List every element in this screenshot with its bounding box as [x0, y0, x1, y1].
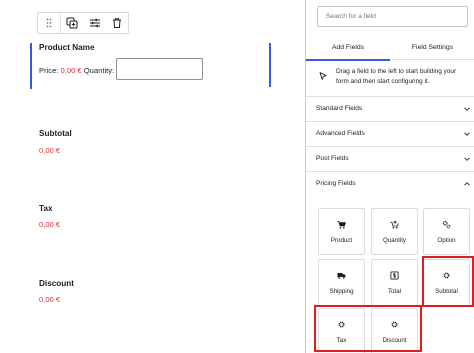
cart-icon: [337, 220, 346, 229]
chevron-up-icon: [464, 182, 470, 186]
block-resize-handle[interactable]: [269, 43, 271, 87]
discount-label: Discount: [39, 279, 75, 288]
duplicate-icon: [66, 17, 78, 29]
field-button-label: Quantity: [382, 236, 407, 244]
quantity-input[interactable]: [116, 58, 203, 80]
section-label: Post Fields: [316, 155, 349, 162]
chevron-down-icon: [464, 132, 470, 136]
chevron-down-icon: [464, 107, 470, 111]
discount-value: 0,00 €: [39, 295, 61, 304]
field-button-product[interactable]: Product: [318, 208, 365, 255]
quantity-label: Quantity:: [81, 66, 115, 75]
drag-handle-button[interactable]: [38, 13, 60, 33]
money-icon: [390, 270, 399, 280]
chevron-down-icon: [464, 157, 470, 161]
section-advanced-fields[interactable]: Advanced Fields: [306, 121, 474, 146]
section-standard-fields[interactable]: Standard Fields: [306, 96, 474, 121]
drag-handle-icon: [46, 18, 52, 28]
field-button-quantity[interactable]: Quantity: [371, 208, 418, 255]
delete-button[interactable]: [106, 13, 128, 33]
product-name-label: Product Name: [39, 43, 95, 52]
trash-icon: [112, 18, 121, 28]
product-price-line: Price: 0,00 € Quantity:: [39, 66, 114, 75]
drag-hint: Drag a field to the left to start buildi…: [318, 67, 468, 87]
section-label: Pricing Fields: [316, 180, 356, 187]
field-button-option[interactable]: Option: [423, 208, 470, 255]
field-button-shipping[interactable]: Shipping: [318, 259, 365, 306]
field-button-label: Product: [330, 236, 353, 244]
block-toolbar: [37, 12, 129, 34]
selected-block-indicator: [30, 43, 32, 89]
drag-hint-text: Drag a field to the left to start buildi…: [336, 68, 457, 85]
cursor-icon: [319, 72, 327, 80]
duplicate-button[interactable]: [61, 13, 83, 33]
settings-sliders-icon: [89, 18, 100, 28]
section-label: Advanced Fields: [316, 130, 365, 137]
subtotal-highlight-box: [422, 256, 474, 307]
gear-icon: [442, 220, 451, 228]
price-label: Price:: [39, 66, 61, 75]
field-button-total[interactable]: Total: [371, 259, 418, 306]
truck-icon: [337, 272, 346, 279]
tax-label: Tax: [39, 204, 53, 213]
field-button-label: Total: [387, 287, 402, 295]
tab-field-settings[interactable]: Field Settings: [390, 36, 474, 60]
form-canvas: Product Name Price: 0,00 € Quantity: Sub…: [0, 0, 305, 353]
subtotal-label: Subtotal: [39, 129, 72, 138]
section-pricing-fields[interactable]: Pricing Fields: [306, 171, 474, 196]
cart-plus-icon: [390, 220, 399, 229]
section-label: Standard Fields: [316, 105, 363, 112]
fields-sidebar: Search for a field Add Fields Field Sett…: [305, 0, 474, 353]
field-button-label: Shipping: [329, 287, 354, 295]
search-field-input[interactable]: Search for a field: [317, 6, 468, 27]
section-post-fields[interactable]: Post Fields: [306, 146, 474, 171]
field-button-label: Option: [437, 236, 456, 244]
tab-add-fields[interactable]: Add Fields: [306, 36, 390, 61]
subtotal-value: 0,00 €: [39, 146, 61, 155]
tax-value: 0,00 €: [39, 220, 61, 229]
tax-discount-highlight-box: [314, 305, 422, 352]
settings-button[interactable]: [84, 13, 106, 33]
price-value: 0,00 €: [60, 66, 82, 75]
sidebar-tabs: Add Fields Field Settings: [306, 36, 474, 61]
